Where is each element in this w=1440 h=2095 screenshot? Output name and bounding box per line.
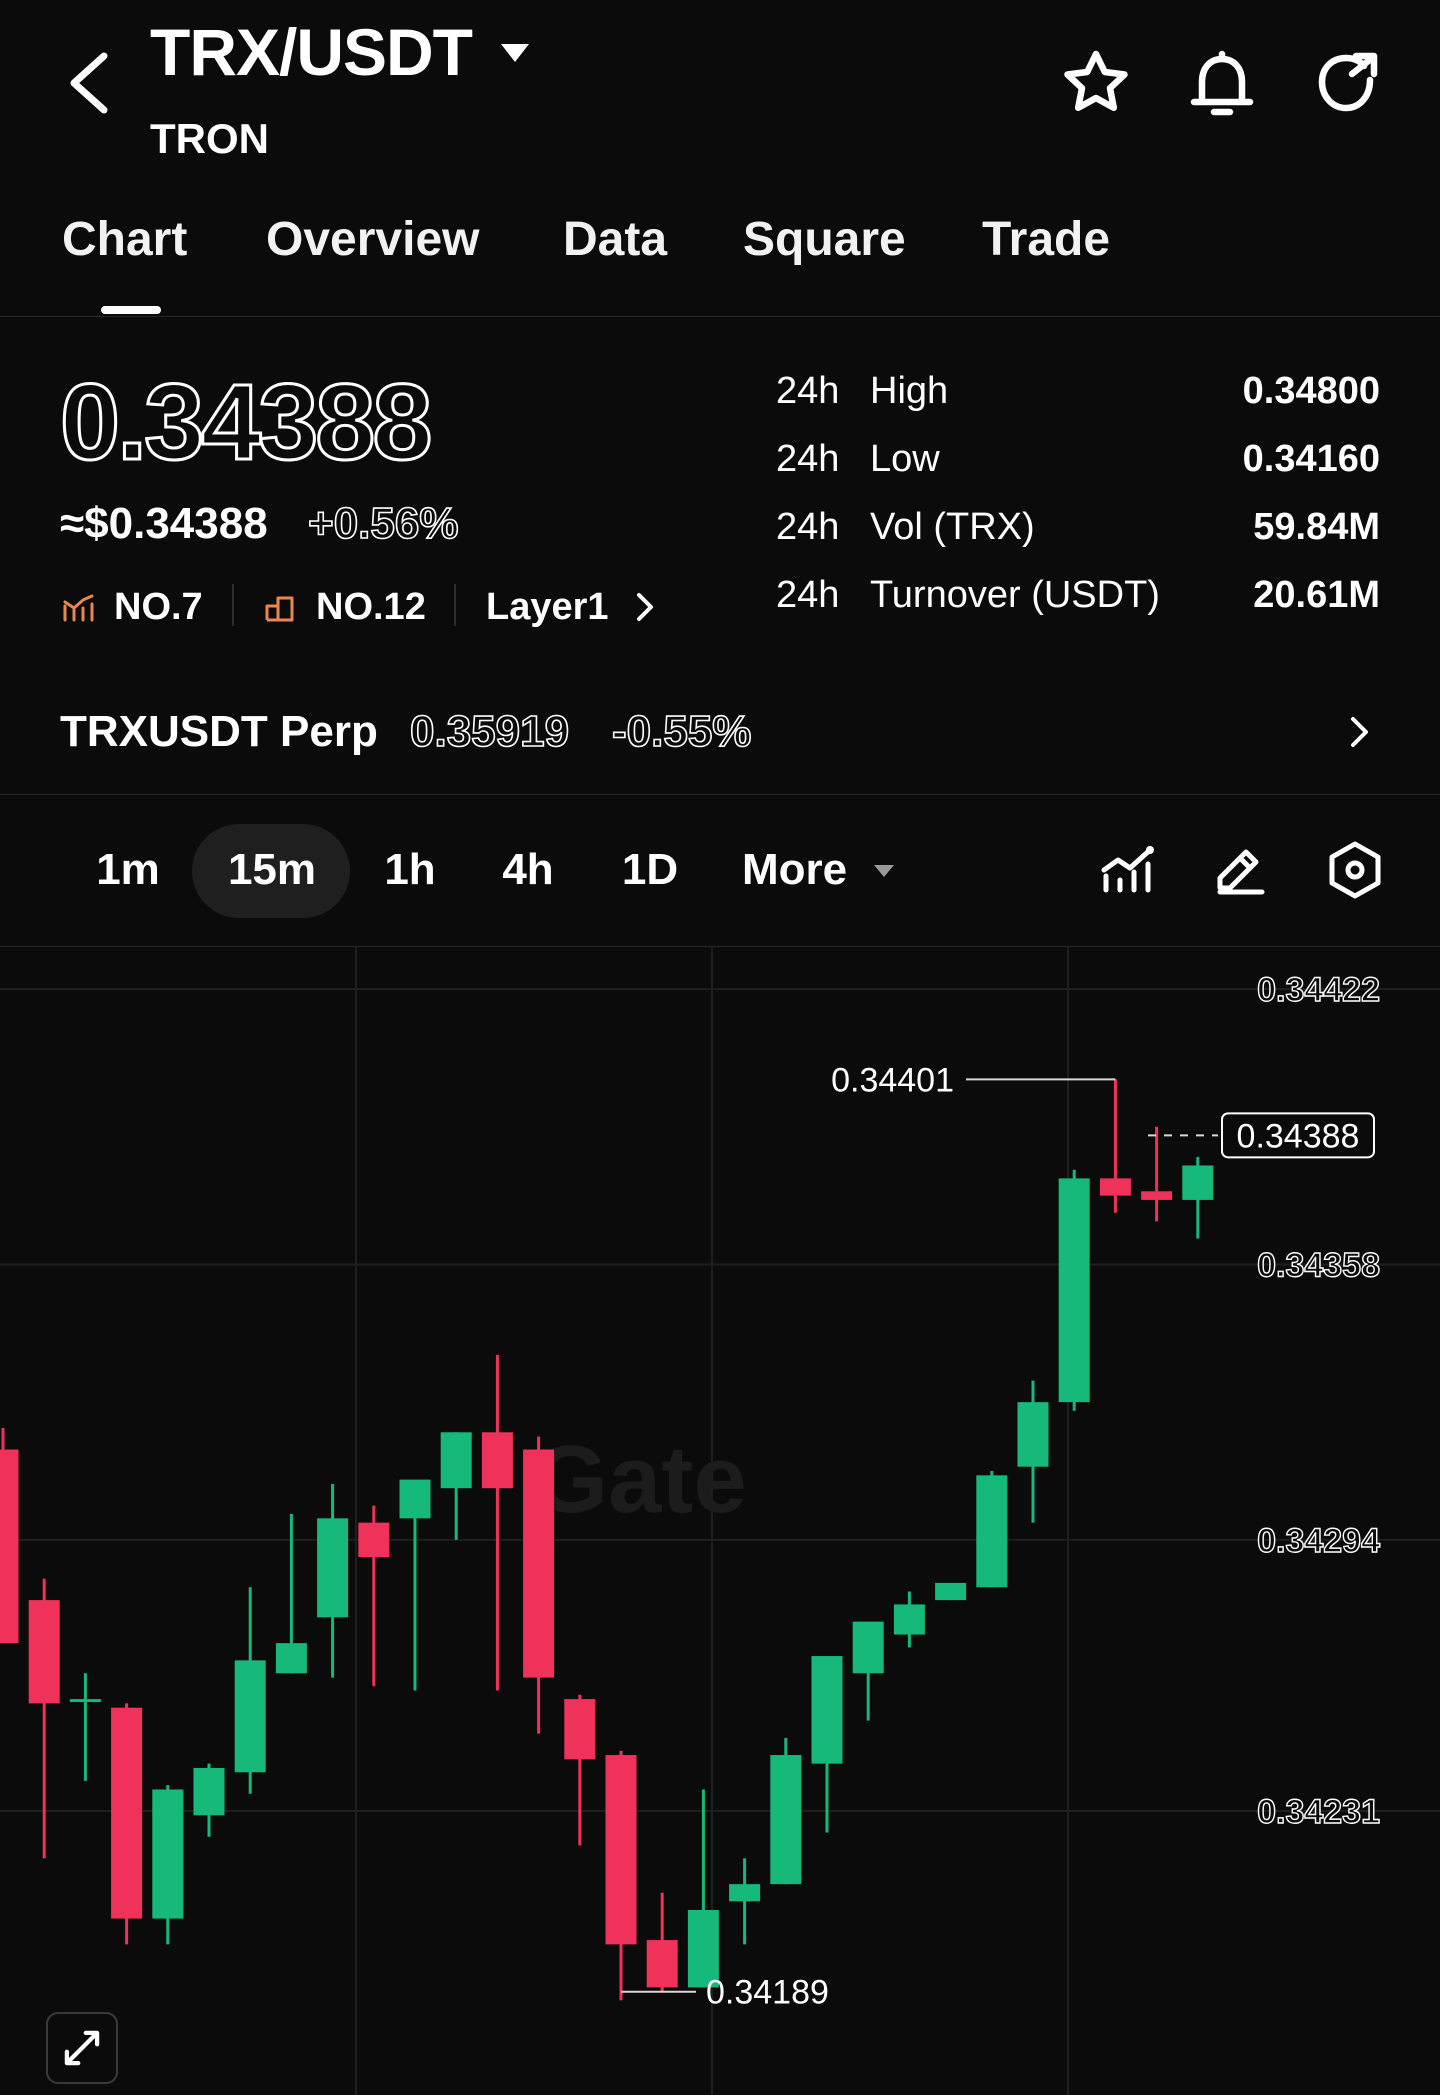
caret-down-icon[interactable] [872, 862, 896, 880]
indicators-icon[interactable] [1100, 842, 1156, 898]
candle-body [152, 1789, 184, 1919]
candle-body [646, 1940, 678, 1988]
y-axis-tick-label: 0.34358 [1257, 1246, 1380, 1284]
last-price: 0.34388 [58, 360, 433, 483]
candle-body [111, 1707, 143, 1919]
candle-body [1058, 1178, 1090, 1403]
separator [232, 584, 234, 626]
candle-body [234, 1660, 266, 1773]
interval-4h[interactable]: 4h [482, 840, 574, 900]
stat-period: 24h [776, 506, 840, 548]
candle-body [0, 1449, 19, 1644]
tab-overview[interactable]: Overview [266, 210, 479, 270]
candle-body [1182, 1165, 1214, 1200]
separator [454, 584, 456, 626]
candle-body [935, 1582, 967, 1601]
candle-body [28, 1600, 60, 1704]
candle-body [1141, 1191, 1173, 1200]
stat-label-high: High [870, 370, 949, 412]
interval-1d[interactable]: 1D [604, 840, 696, 900]
volume-rank[interactable]: NO.12 [316, 582, 426, 632]
stat-value-low: 0.34160 [1242, 438, 1380, 480]
stat-label-turnover: Turnover (USDT) [870, 574, 1160, 616]
interval-1m[interactable]: 1m [80, 840, 176, 900]
perp-price: 0.35919 [409, 706, 570, 757]
expand-icon[interactable] [46, 2012, 118, 2084]
candle-body [605, 1755, 637, 1945]
settings-icon[interactable] [1326, 840, 1384, 900]
stat-value-turnover: 20.61M [1253, 574, 1380, 616]
stat-period: 24h [776, 438, 840, 480]
y-axis-tick-label: 0.34294 [1257, 1522, 1380, 1560]
stat-value-volume: 59.84M [1253, 506, 1380, 548]
y-axis-tick-label: 0.34422 [1257, 971, 1380, 1009]
stat-period: 24h [776, 574, 840, 616]
bell-icon[interactable] [1182, 44, 1262, 124]
candle-body [317, 1518, 349, 1618]
y-axis-tick-label: 0.34231 [1257, 1793, 1380, 1831]
interval-more[interactable]: More [742, 840, 847, 900]
candle-body [1017, 1402, 1049, 1467]
category-tag[interactable]: Layer1 [486, 582, 609, 632]
tab-trade[interactable]: Trade [982, 210, 1110, 270]
candle-body [523, 1449, 555, 1678]
candle-body [564, 1699, 596, 1760]
candle-body [440, 1432, 472, 1489]
interval-15m[interactable]: 15m [210, 840, 334, 900]
chevron-right-icon[interactable] [630, 590, 660, 624]
caret-down-icon[interactable] [498, 40, 532, 66]
back-icon[interactable] [60, 48, 120, 118]
price-change-percent: +0.56% [307, 498, 459, 549]
high-price-label: 0.34401 [831, 1061, 954, 1099]
stat-label-low: Low [870, 438, 940, 480]
tab-chart[interactable]: Chart [62, 210, 187, 270]
candle-body [1099, 1178, 1131, 1196]
tab-square[interactable]: Square [743, 210, 906, 270]
star-icon[interactable] [1056, 44, 1136, 124]
low-price-label: 0.34189 [706, 1974, 829, 2012]
y-axis: 0.34422 0.34358 0.34294 0.34231 [1256, 970, 1380, 1831]
perp-label[interactable]: TRXUSDT Perp [60, 704, 378, 760]
share-icon[interactable] [1308, 44, 1388, 124]
pair-name: TRON [150, 115, 269, 162]
chevron-right-icon[interactable] [1344, 714, 1374, 750]
pair-title[interactable]: TRX/USDT [150, 12, 473, 92]
candlestick-chart[interactable]: Gate 0.34401 0.34189 0.34388 0.34422 0.3435… [0, 946, 1440, 2095]
chart-watermark: Gate [533, 1426, 746, 1533]
draw-icon[interactable] [1212, 842, 1268, 898]
candle-body [399, 1479, 431, 1519]
stat-label-volume: Vol (TRX) [870, 506, 1035, 548]
tab-data[interactable]: Data [563, 210, 667, 270]
volume-icon [265, 596, 294, 622]
candle-body [69, 1699, 101, 1703]
candle-body [275, 1643, 307, 1674]
candle-body [770, 1755, 802, 1885]
perp-change: -0.55% [611, 706, 752, 757]
candle-body [729, 1884, 761, 1902]
candle-body [893, 1604, 925, 1635]
stat-period: 24h [776, 370, 840, 412]
interval-1h[interactable]: 1h [366, 840, 454, 900]
candle-body [852, 1621, 884, 1674]
candle-body [976, 1475, 1008, 1588]
candle-body [193, 1767, 225, 1816]
candle-body [811, 1656, 843, 1764]
market-cap-icon [63, 594, 94, 622]
usd-price: ≈$0.34388 [60, 499, 268, 548]
current-price-label: 0.34388 [1237, 1117, 1360, 1155]
divider [0, 794, 1440, 795]
candle-body [358, 1522, 390, 1558]
market-cap-rank[interactable]: NO.7 [114, 582, 203, 632]
divider [0, 316, 1440, 317]
stat-value-high: 0.34800 [1242, 370, 1380, 412]
active-tab-indicator [101, 306, 161, 314]
candle-body [481, 1432, 513, 1489]
